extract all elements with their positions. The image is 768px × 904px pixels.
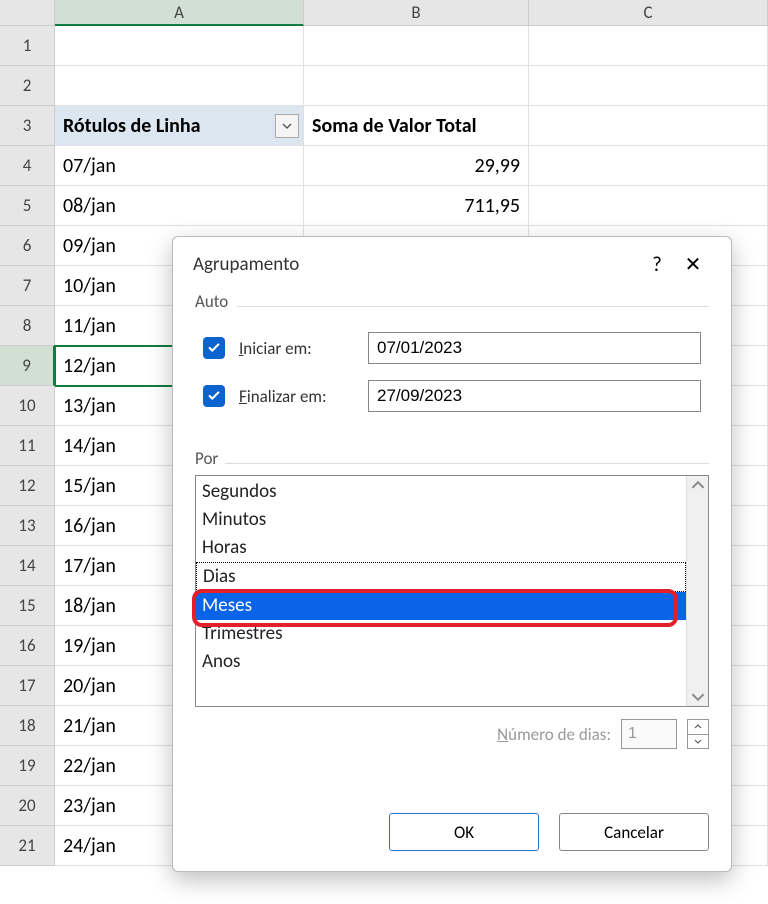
list-item[interactable]: Minutos: [196, 506, 686, 534]
col-header-b[interactable]: B: [304, 0, 529, 26]
pivot-value-header[interactable]: Soma de Valor Total: [304, 106, 529, 146]
row-header[interactable]: 6: [0, 226, 55, 266]
check-icon: [207, 389, 221, 403]
end-row: Finalizar em:: [203, 380, 701, 412]
row-header[interactable]: 10: [0, 386, 55, 426]
table-row: 2: [0, 66, 768, 106]
cell[interactable]: [529, 186, 768, 226]
dialog-buttons: OK Cancelar: [173, 803, 731, 871]
list-item[interactable]: Anos: [196, 648, 686, 676]
end-label: Finalizar em:: [239, 386, 354, 407]
auto-fieldset: Auto Iniciar em: Finalizar em:: [195, 291, 709, 436]
group-by-listbox[interactable]: SegundosMinutosHorasDiasMesesTrimestresA…: [195, 475, 709, 707]
number-of-days-input: [621, 719, 677, 749]
ok-button[interactable]: OK: [389, 813, 539, 851]
end-date-input[interactable]: [368, 380, 701, 412]
row-header[interactable]: 16: [0, 626, 55, 666]
cell[interactable]: [55, 66, 304, 106]
cell[interactable]: [304, 66, 529, 106]
col-header-c[interactable]: C: [529, 0, 768, 26]
chevron-up-icon: [694, 724, 702, 729]
spin-down-button[interactable]: [688, 734, 708, 749]
listbox-scrollbar[interactable]: [686, 476, 708, 706]
end-checkbox[interactable]: [203, 385, 225, 407]
row-header[interactable]: 21: [0, 826, 55, 866]
cell[interactable]: [55, 26, 304, 66]
chevron-down-icon: [282, 123, 292, 129]
cell[interactable]: [529, 146, 768, 186]
row-header[interactable]: 11: [0, 426, 55, 466]
row-header[interactable]: 1: [0, 26, 55, 66]
list-item[interactable]: Dias: [196, 562, 686, 592]
cell[interactable]: [304, 26, 529, 66]
row-header[interactable]: 13: [0, 506, 55, 546]
cell[interactable]: 711,95: [304, 186, 529, 226]
chevron-down-icon: [694, 739, 702, 744]
start-date-input[interactable]: [368, 332, 701, 364]
auto-legend: Auto: [195, 291, 709, 318]
dialog-body: Auto Iniciar em: Finalizar em:: [173, 285, 731, 803]
row-header[interactable]: 12: [0, 466, 55, 506]
cancel-button[interactable]: Cancelar: [559, 813, 709, 851]
cell[interactable]: [529, 106, 768, 146]
close-button[interactable]: ✕: [675, 252, 711, 277]
row-header[interactable]: 5: [0, 186, 55, 226]
list-item[interactable]: Segundos: [196, 478, 686, 506]
scroll-up-icon[interactable]: [691, 480, 705, 490]
number-of-days-label: Número de dias:: [497, 724, 611, 745]
por-fieldset: Por SegundosMinutosHorasDiasMesesTrimest…: [195, 448, 709, 757]
spin-up-button[interactable]: [688, 720, 708, 734]
row-header[interactable]: 20: [0, 786, 55, 826]
row-header[interactable]: 3: [0, 106, 55, 146]
number-of-days-row: Número de dias:: [195, 707, 709, 757]
column-headers: A B C: [0, 0, 768, 26]
table-row: 407/jan29,99: [0, 146, 768, 186]
table-row: 1: [0, 26, 768, 66]
row-header[interactable]: 7: [0, 266, 55, 306]
cell[interactable]: 29,99: [304, 146, 529, 186]
grouping-dialog: Agrupamento ? ✕ Auto Iniciar em: Final: [172, 236, 732, 872]
number-of-days-spinner[interactable]: [687, 719, 709, 749]
col-header-a[interactable]: A: [55, 0, 304, 26]
dialog-titlebar: Agrupamento ? ✕: [173, 237, 731, 285]
dialog-title: Agrupamento: [193, 253, 639, 276]
filter-dropdown-button[interactable]: [275, 114, 299, 138]
row-header[interactable]: 9: [0, 346, 55, 386]
row-header[interactable]: 8: [0, 306, 55, 346]
por-legend: Por: [195, 448, 709, 475]
start-checkbox[interactable]: [203, 337, 225, 359]
start-label: Iniciar em:: [239, 338, 354, 359]
table-row: 3Rótulos de LinhaSoma de Valor Total: [0, 106, 768, 146]
list-item[interactable]: Meses: [196, 592, 686, 620]
cell[interactable]: [529, 26, 768, 66]
cell[interactable]: [529, 66, 768, 106]
row-header[interactable]: 15: [0, 586, 55, 626]
scroll-down-icon[interactable]: [691, 692, 705, 702]
start-row: Iniciar em:: [203, 332, 701, 364]
check-icon: [207, 341, 221, 355]
select-all-corner[interactable]: [0, 0, 55, 26]
cell[interactable]: 08/jan: [55, 186, 304, 226]
pivot-row-label-header[interactable]: Rótulos de Linha: [55, 106, 304, 146]
row-header[interactable]: 4: [0, 146, 55, 186]
list-item[interactable]: Trimestres: [196, 620, 686, 648]
table-row: 508/jan711,95: [0, 186, 768, 226]
row-header[interactable]: 2: [0, 66, 55, 106]
row-header[interactable]: 14: [0, 546, 55, 586]
row-header[interactable]: 19: [0, 746, 55, 786]
row-header[interactable]: 17: [0, 666, 55, 706]
cell[interactable]: 07/jan: [55, 146, 304, 186]
help-button[interactable]: ?: [639, 251, 675, 277]
list-item[interactable]: Horas: [196, 534, 686, 562]
row-header[interactable]: 18: [0, 706, 55, 746]
